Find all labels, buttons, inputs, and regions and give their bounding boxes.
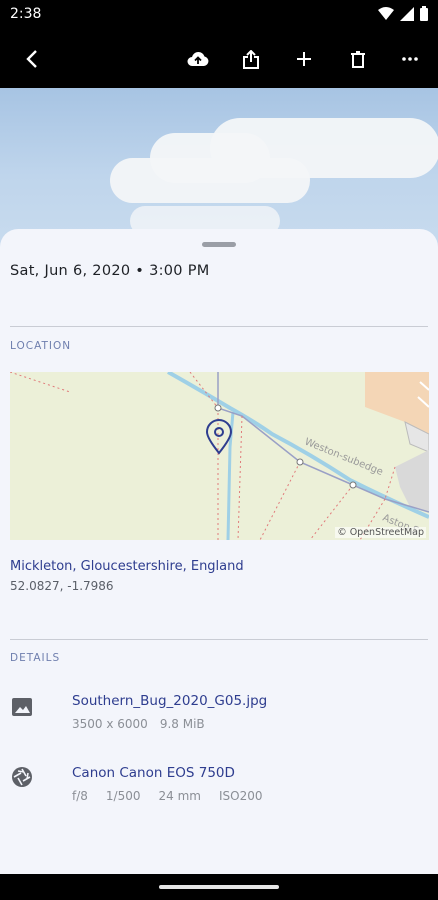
location-pin-icon	[205, 419, 233, 455]
camera-model[interactable]: Canon Canon EOS 750D	[72, 765, 235, 781]
home-gesture-pill[interactable]	[159, 885, 279, 889]
file-meta: 3500 x 6000 9.8 MiB	[72, 717, 205, 731]
back-button[interactable]	[17, 44, 47, 74]
drag-handle[interactable]	[202, 242, 236, 247]
status-bar: 2:38	[0, 0, 438, 30]
location-coordinates: 52.0827, -1.7986	[10, 579, 114, 593]
location-map[interactable]: Weston-subedge Aston S © OpenStreetMap	[10, 372, 429, 540]
map-attribution[interactable]: © OpenStreetMap	[335, 527, 426, 538]
more-button[interactable]	[395, 44, 425, 74]
image-icon	[10, 695, 34, 719]
signal-icon	[400, 6, 414, 21]
file-size: 9.8 MiB	[159, 717, 205, 731]
battery-icon	[420, 6, 428, 21]
trash-icon	[351, 50, 365, 68]
back-arrow-icon	[26, 50, 37, 68]
details-section-title: DETAILS	[10, 652, 61, 664]
camera-shutter: 1/500	[105, 789, 141, 803]
add-button[interactable]	[289, 44, 319, 74]
cloud-upload-button[interactable]	[183, 44, 213, 74]
photo-preview[interactable]	[0, 88, 438, 248]
more-horizontal-icon	[402, 57, 418, 61]
wifi-icon	[378, 6, 394, 20]
map-drawing: Weston-subedge Aston S	[10, 372, 429, 540]
cloud-shape	[150, 133, 270, 183]
plus-icon	[297, 52, 311, 66]
location-section-title: LOCATION	[10, 340, 72, 352]
location-place-name[interactable]: Mickleton, Gloucestershire, England	[10, 559, 244, 574]
share-button[interactable]	[236, 44, 266, 74]
delete-button[interactable]	[343, 44, 373, 74]
info-sheet: Sat, Jun 6, 2020 • 3:00 PM LOCATION West…	[0, 229, 438, 874]
status-icons	[378, 6, 428, 21]
status-time: 2:38	[10, 6, 42, 22]
share-icon	[243, 49, 259, 69]
file-name[interactable]: Southern_Bug_2020_G05.jpg	[72, 693, 267, 709]
camera-iso: ISO200	[218, 789, 263, 803]
camera-focal-length: 24 mm	[158, 789, 201, 803]
file-resolution: 3500 x 6000	[72, 717, 148, 731]
camera-aperture-icon	[10, 765, 34, 789]
divider	[10, 326, 428, 327]
app-bar	[0, 30, 438, 88]
camera-aperture: f/8	[72, 789, 88, 803]
cloud-upload-icon	[187, 52, 209, 66]
divider	[10, 639, 428, 640]
camera-settings: f/8 1/500 24 mm ISO200	[72, 789, 262, 803]
system-nav-bar	[0, 874, 438, 900]
photo-date: Sat, Jun 6, 2020 • 3:00 PM	[10, 263, 210, 279]
